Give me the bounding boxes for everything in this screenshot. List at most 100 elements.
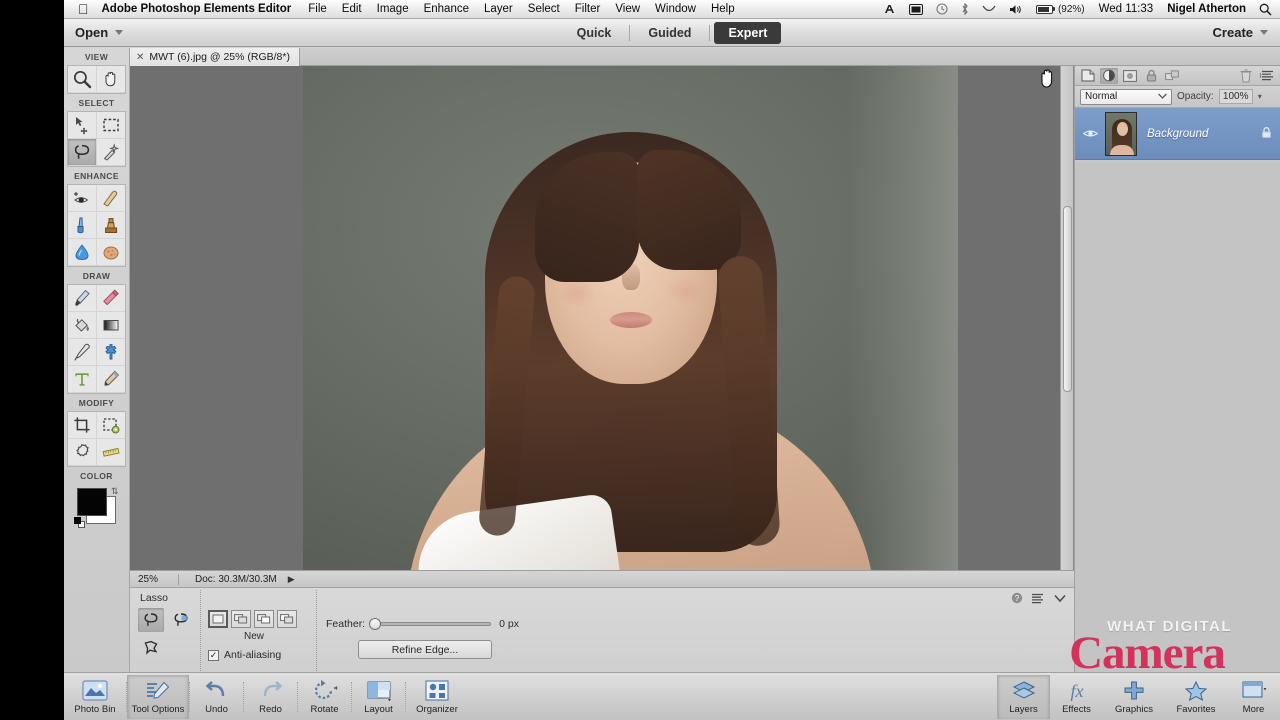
chevron-down-icon[interactable]	[1260, 30, 1268, 35]
table-row[interactable]: Background	[1075, 108, 1280, 160]
clone-stamp-tool[interactable]	[96, 212, 125, 239]
eyedropper-tool[interactable]	[68, 339, 97, 366]
open-button[interactable]: Open	[75, 25, 124, 40]
rectangular-marquee-tool[interactable]	[96, 112, 125, 139]
opacity-dropdown-icon[interactable]: ▾	[1258, 92, 1262, 101]
document-tab[interactable]: ✕ MWT (6).jpg @ 25% (RGB/8*)	[130, 48, 300, 66]
tab-quick[interactable]: Quick	[563, 22, 626, 44]
pencil-tool[interactable]	[96, 366, 125, 393]
taskbar-graphics[interactable]: Graphics	[1103, 675, 1165, 719]
anti-aliasing-option[interactable]: ✓ Anti-aliasing	[208, 649, 300, 661]
refine-edge-button[interactable]: Refine Edge...	[358, 640, 492, 659]
canvas-vertical-scrollbar[interactable]	[1060, 66, 1073, 570]
eye-visible-icon[interactable]	[1081, 128, 1099, 139]
taskbar-favorites[interactable]: Favorites	[1165, 675, 1227, 719]
taskbar-more[interactable]: More	[1227, 675, 1280, 719]
panel-menu-icon[interactable]	[1258, 68, 1276, 84]
display-icon[interactable]	[908, 3, 923, 15]
swap-colors-icon[interactable]: ⇅	[111, 486, 119, 497]
layer-mask-icon[interactable]	[1121, 68, 1139, 84]
sponge-tool[interactable]	[96, 239, 125, 266]
quick-selection-tool[interactable]	[96, 139, 125, 166]
menu-edit[interactable]: Edit	[342, 3, 362, 15]
magnetic-lasso-tool-option[interactable]	[168, 608, 194, 632]
taskbar-redo[interactable]: Redo	[244, 675, 297, 719]
opacity-value[interactable]: 100%	[1218, 89, 1253, 104]
expand-arrow-icon[interactable]: ▶	[288, 574, 295, 585]
type-tool[interactable]	[68, 366, 97, 393]
paint-bucket-tool[interactable]	[68, 312, 97, 339]
default-colors-icon[interactable]	[73, 517, 85, 528]
tab-expert[interactable]: Expert	[714, 21, 782, 44]
taskbar-rotate[interactable]: Rotate	[298, 675, 351, 719]
taskbar-layers[interactable]: Layers	[997, 674, 1050, 719]
brush-tool[interactable]	[68, 285, 97, 312]
taskbar-tool-options[interactable]: Tool Options	[127, 674, 189, 719]
menu-layer[interactable]: Layer	[484, 3, 513, 15]
smart-brush-tool[interactable]	[68, 212, 97, 239]
intersect-selection-mode[interactable]	[277, 610, 297, 628]
battery-icon[interactable]: (92%)	[1035, 4, 1085, 15]
group-layers-icon[interactable]	[1163, 68, 1181, 84]
blur-tool[interactable]	[68, 239, 97, 266]
menu-image[interactable]: Image	[377, 3, 409, 15]
subtract-from-selection-mode[interactable]	[254, 610, 274, 628]
delete-layer-icon[interactable]	[1237, 68, 1255, 84]
cookie-cutter-tool[interactable]	[68, 439, 97, 466]
scrollbar-thumb[interactable]	[1063, 206, 1072, 392]
layer-thumbnail[interactable]	[1105, 111, 1137, 156]
menu-view[interactable]: View	[615, 3, 640, 15]
crop-tool[interactable]	[68, 412, 97, 439]
new-selection-mode[interactable]	[208, 610, 228, 628]
feather-slider[interactable]	[369, 618, 492, 630]
custom-shape-tool[interactable]	[96, 339, 125, 366]
zoom-tool[interactable]	[68, 66, 97, 93]
os-user-name[interactable]: Nigel Atherton	[1167, 3, 1246, 15]
os-clock[interactable]: Wed 11:33	[1099, 3, 1154, 15]
anti-aliasing-checkbox[interactable]: ✓	[208, 649, 219, 661]
menu-select[interactable]: Select	[528, 3, 560, 15]
hand-tool[interactable]	[96, 66, 125, 93]
zoom-level[interactable]: 25%	[130, 574, 178, 585]
menu-file[interactable]: File	[308, 3, 327, 15]
new-layer-icon[interactable]	[1079, 68, 1097, 84]
lasso-tool-option[interactable]	[138, 608, 164, 632]
menu-enhance[interactable]: Enhance	[424, 3, 469, 15]
recompose-tool[interactable]	[96, 412, 125, 439]
menu-window[interactable]: Window	[655, 3, 696, 15]
taskbar-undo[interactable]: Undo	[190, 675, 243, 719]
layer-name[interactable]: Background	[1147, 128, 1208, 140]
chevron-down-icon[interactable]	[1158, 91, 1167, 102]
lock-layer-icon[interactable]	[1142, 68, 1160, 84]
close-icon[interactable]: ✕	[136, 52, 144, 63]
chevron-down-icon[interactable]	[115, 30, 124, 35]
blend-mode-select[interactable]: Normal	[1080, 88, 1172, 105]
panel-menu-icon[interactable]	[1032, 593, 1045, 607]
spotlight-search-icon[interactable]	[1259, 3, 1272, 16]
taskbar-organizer[interactable]: Organizer	[406, 675, 468, 719]
time-machine-icon[interactable]	[936, 3, 948, 15]
volume-icon[interactable]	[1009, 4, 1023, 15]
new-adjustment-layer-icon[interactable]	[1100, 67, 1118, 84]
straighten-tool[interactable]	[96, 439, 125, 466]
airport-icon[interactable]	[982, 4, 996, 15]
apple-logo-icon[interactable]: 	[78, 2, 89, 16]
help-icon[interactable]: ?	[1011, 592, 1023, 607]
collapse-chevron-icon[interactable]	[1054, 594, 1066, 606]
menu-filter[interactable]: Filter	[575, 3, 601, 15]
menu-help[interactable]: Help	[711, 3, 735, 15]
bluetooth-icon[interactable]	[961, 3, 969, 15]
red-eye-removal-tool[interactable]	[68, 185, 97, 212]
gradient-tool[interactable]	[96, 312, 125, 339]
create-button[interactable]: Create	[1213, 25, 1268, 40]
taskbar-effects[interactable]: fx Effects	[1050, 675, 1103, 719]
photo-image[interactable]	[303, 66, 958, 570]
foreground-color-swatch[interactable]	[76, 488, 107, 516]
add-to-selection-mode[interactable]	[231, 610, 251, 628]
image-canvas[interactable]	[130, 66, 1074, 570]
feather-slider-knob[interactable]	[369, 618, 382, 630]
move-tool[interactable]	[68, 112, 97, 139]
lasso-tool[interactable]	[68, 139, 97, 166]
tab-guided[interactable]: Guided	[634, 22, 705, 44]
taskbar-photo-bin[interactable]: Photo Bin	[64, 675, 126, 719]
